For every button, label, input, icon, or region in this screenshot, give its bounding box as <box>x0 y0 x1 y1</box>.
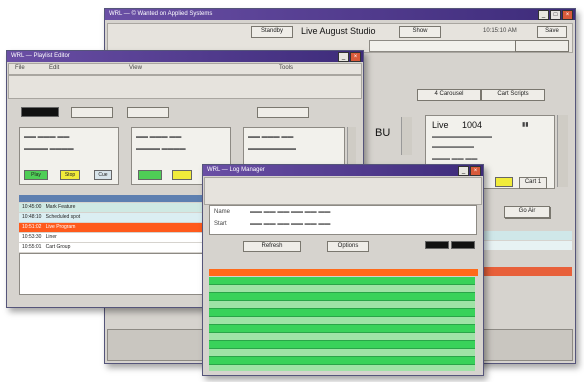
close-icon[interactable]: × <box>562 10 573 20</box>
row-title: Scheduled spot <box>45 214 81 220</box>
cart-button[interactable]: Cart 1 <box>519 177 547 189</box>
back-window-titlebar: WRL — © Wanted on Applied Systems _ □ × <box>105 9 575 20</box>
log-grid <box>209 277 475 371</box>
left-toolbar <box>8 75 362 99</box>
tab-cart-scripts[interactable]: Cart Scripts <box>481 89 545 101</box>
front-black-display <box>451 241 475 249</box>
cart-yellow-button[interactable] <box>495 177 513 187</box>
log-grid-row[interactable] <box>209 309 475 317</box>
cart-line-1: ▬▬▬▬▬▬▬▬▬▬ <box>432 134 492 140</box>
player-readout: ▬▬▬▬ ▬▬▬▬ <box>136 146 186 152</box>
show-button[interactable]: Show <box>399 26 441 38</box>
field-values: ▬▬ ▬▬ ▬▬ ▬▬ ▬▬ ▬▬ <box>250 209 331 215</box>
field-label-name: Name <box>214 209 231 215</box>
options-button[interactable] <box>515 40 569 52</box>
back-list-row-accent[interactable] <box>483 267 572 276</box>
back-window-title: WRL — © Wanted on Applied Systems <box>109 11 213 17</box>
log-grid-row[interactable] <box>209 293 475 301</box>
stop-button[interactable] <box>172 170 192 180</box>
close-icon[interactable]: × <box>350 52 361 62</box>
row-time: 10:45:00 <box>22 204 42 210</box>
player-readout: ▬▬▬▬ ▬▬▬▬ <box>24 146 74 152</box>
log-grid-row[interactable] <box>209 325 475 333</box>
left-window-title: WRL — Playlist Editor <box>11 53 70 59</box>
left-tab[interactable] <box>71 107 113 118</box>
back-window-info-strip <box>369 40 521 52</box>
menu-view[interactable]: View <box>129 65 142 71</box>
log-grid-row[interactable] <box>209 301 475 309</box>
player-readout: ▬▬ ▬▬▬ ▬▬ <box>248 134 294 140</box>
row-title: Mark Feature <box>45 204 76 210</box>
standby-button[interactable]: Standby <box>251 26 293 38</box>
left-tab[interactable] <box>257 107 309 118</box>
cue-button[interactable]: Cue <box>94 170 112 180</box>
tab-carousel[interactable]: 4 Carousel <box>417 89 481 101</box>
row-title: Cart Group <box>45 244 71 250</box>
left-tab[interactable] <box>127 107 169 118</box>
clock-readout: 10:15:10 AM <box>483 28 517 34</box>
log-grid-row[interactable] <box>209 317 475 325</box>
cart-number: 1004 <box>462 120 483 130</box>
player-panel-1: ▬▬ ▬▬▬ ▬▬ ▬▬▬▬ ▬▬▬▬ Play Stop Cue <box>19 127 119 185</box>
left-black-display <box>21 107 59 117</box>
cart-title: Live <box>432 120 449 130</box>
grid-header <box>209 269 478 276</box>
back-window-controls: _ □ × <box>538 10 573 20</box>
row-time: 10:48:10 <box>22 214 42 220</box>
stop-button[interactable]: Stop <box>60 170 80 180</box>
front-window: WRL — Log Manager _ × Name Start ▬▬ ▬▬ ▬… <box>202 164 484 376</box>
cart-scrollbar[interactable] <box>557 115 568 187</box>
go-air-button-front[interactable]: Go Air <box>504 206 550 218</box>
row-time: 10:53:30 <box>22 234 42 240</box>
play-button[interactable] <box>138 170 162 180</box>
row-title: Live Program <box>45 224 76 230</box>
front-window-title: WRL — Log Manager <box>207 167 265 173</box>
back-list-row[interactable] <box>483 231 572 240</box>
cart-status: ▮▮ <box>522 122 529 128</box>
minimize-icon[interactable]: _ <box>538 10 549 20</box>
row-title: Liner <box>45 234 57 240</box>
cart-line-2: ▬▬▬▬▬▬▬ <box>432 144 474 150</box>
field-values: ▬▬ ▬▬ ▬▬ ▬▬ ▬▬ ▬▬ <box>250 221 331 227</box>
log-grid-row[interactable] <box>209 349 475 357</box>
minimize-icon[interactable]: _ <box>338 52 349 62</box>
log-grid-row[interactable] <box>209 285 475 293</box>
left-menu-bar: File Edit View Tools <box>8 63 362 75</box>
log-grid-row[interactable] <box>209 357 475 365</box>
left-window-controls: _ × <box>338 52 361 62</box>
player-readout: ▬▬▬▬▬▬▬▬ <box>248 146 296 152</box>
back-list-row[interactable] <box>483 241 572 250</box>
minimize-icon[interactable]: _ <box>458 166 469 176</box>
log-grid-row[interactable] <box>209 341 475 349</box>
mode-label: Live August Studio <box>301 26 376 36</box>
side-scrollbar[interactable] <box>401 117 412 155</box>
log-grid-row[interactable] <box>209 365 475 371</box>
menu-edit[interactable]: Edit <box>49 65 59 71</box>
side-label: BU <box>375 127 391 139</box>
log-grid-row[interactable] <box>209 333 475 341</box>
maximize-icon[interactable]: □ <box>550 10 561 20</box>
cart-line-3: ▬▬▬ ▬▬ ▬▬ <box>432 156 478 162</box>
front-window-controls: _ × <box>458 166 481 176</box>
player-readout: ▬▬ ▬▬▬ ▬▬ <box>136 134 182 140</box>
front-fields-panel: Name Start ▬▬ ▬▬ ▬▬ ▬▬ ▬▬ ▬▬ ▬▬ ▬▬ ▬▬ ▬▬… <box>209 205 477 235</box>
refresh-button[interactable]: Refresh <box>243 241 301 252</box>
menu-tools[interactable]: Tools <box>279 65 293 71</box>
options-button[interactable]: Options <box>327 241 369 252</box>
log-grid-row[interactable] <box>209 277 475 285</box>
play-button[interactable]: Play <box>24 170 48 180</box>
front-window-titlebar: WRL — Log Manager _ × <box>203 165 483 176</box>
menu-file[interactable]: File <box>15 65 25 71</box>
close-icon[interactable]: × <box>470 166 481 176</box>
player-readout: ▬▬ ▬▬▬ ▬▬ <box>24 134 70 140</box>
save-button[interactable]: Save <box>537 26 567 38</box>
field-label-start: Start <box>214 221 227 227</box>
front-black-display <box>425 241 449 249</box>
row-time: 10:55:01 <box>22 244 42 250</box>
row-time: 10:51:02 <box>22 224 42 230</box>
front-top-toolbar <box>204 177 482 205</box>
left-window-titlebar: WRL — Playlist Editor _ × <box>7 51 363 62</box>
